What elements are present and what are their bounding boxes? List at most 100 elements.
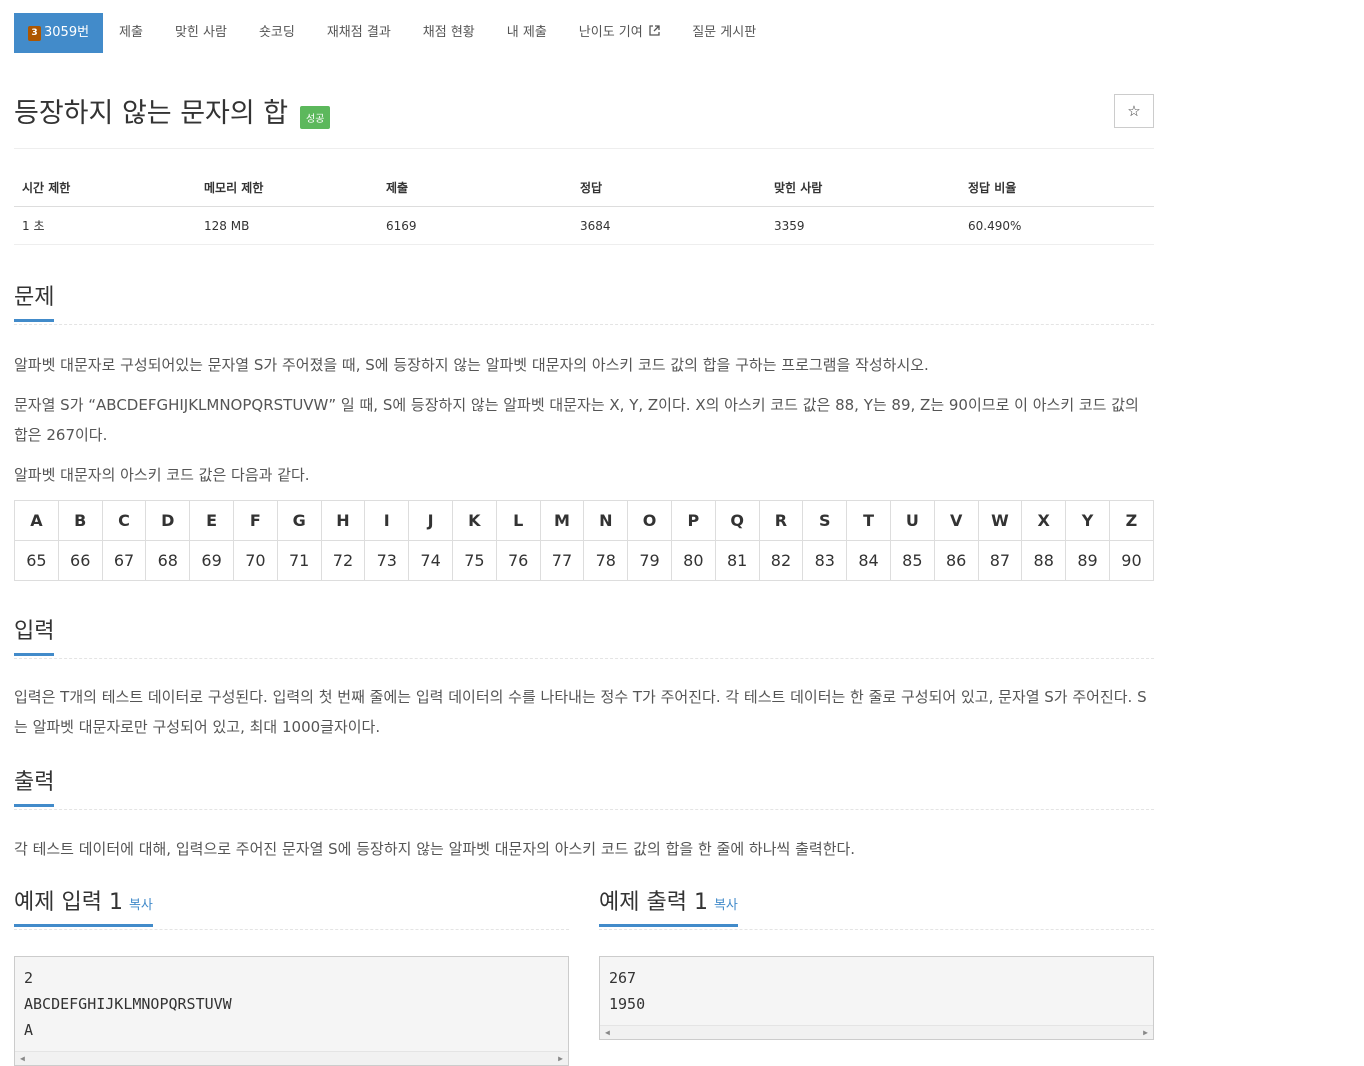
ascii-letter-cell: L [495,500,541,541]
output-section: 출력 각 테스트 데이터에 대해, 입력으로 주어진 문자열 S에 등장하지 않… [14,764,1154,864]
tab-judge-status[interactable]: 채점 현황 [407,13,491,53]
ascii-code-cell: 76 [495,540,541,581]
info-value-row: 1 초 128 MB 6169 3684 3359 60.490% [14,206,1154,245]
info-header: 정답 [572,169,766,207]
ascii-letter-cell: N [583,500,629,541]
favorite-star-button[interactable]: ☆ [1114,94,1154,128]
info-header: 메모리 제한 [196,169,378,207]
ascii-code-cell: 66 [57,540,103,581]
ascii-code-cell: 80 [670,540,716,581]
status-badge: 성공 [300,106,331,129]
sample-output: 예제 출력 1 복사 267 1950 ◀ ▶ [599,884,1154,1066]
input-paragraph: 입력은 T개의 테스트 데이터로 구성된다. 입력의 첫 번째 줄에는 입력 데… [14,688,1147,736]
ascii-code-cell: 73 [364,540,410,581]
info-header-row: 시간 제한 메모리 제한 제출 정답 맞힌 사람 정답 비율 [14,169,1154,207]
ascii-code-cell: 69 [189,540,234,581]
ascii-letter-row: ABCDEFGHIJKLMNOPQRSTUVWXYZ [14,500,1155,541]
sample-input-text: 2 ABCDEFGHIJKLMNOPQRSTUVW A [24,969,232,1039]
sample-input-heading: 예제 입력 1 복사 [14,884,153,927]
sample-output-box[interactable]: 267 1950 ◀ ▶ [599,956,1154,1040]
problem-tabs: 3 3059번 제출 맞힌 사람 숏코딩 재채점 결과 채점 현황 내 제출 난… [14,13,1154,53]
scroll-right-icon[interactable]: ▶ [558,1052,563,1066]
input-section: 입력 입력은 T개의 테스트 데이터로 구성된다. 입력의 첫 번째 줄에는 입… [14,613,1154,742]
tab-submit[interactable]: 제출 [103,13,159,53]
ascii-code-cell: 89 [1065,540,1110,581]
ascii-code-cell: 78 [583,540,629,581]
info-value: 60.490% [960,206,1154,245]
info-header: 맞힌 사람 [766,169,960,207]
tab-short-coding[interactable]: 숏코딩 [243,13,311,53]
ascii-code-cell: 75 [451,540,497,581]
problem-heading: 문제 [14,279,55,322]
ascii-letter-cell: Z [1108,500,1155,541]
ascii-code-cell: 87 [977,540,1023,581]
info-value: 6169 [378,206,572,245]
ascii-code-cell: 79 [627,540,672,581]
ascii-letter-cell: X [1021,500,1067,541]
output-paragraph: 각 테스트 데이터에 대해, 입력으로 주어진 문자열 S에 등장하지 않는 알… [14,840,856,858]
ascii-letter-cell: E [189,500,234,541]
sample-output-text: 267 1950 [609,969,646,1013]
ascii-code-cell: 65 [14,540,59,581]
info-header: 제출 [378,169,572,207]
input-heading-row: 입력 [14,613,1154,659]
scroll-left-icon[interactable]: ◀ [20,1052,25,1066]
ascii-letter-cell: P [670,500,716,541]
input-heading: 입력 [14,613,55,656]
sample-input-box[interactable]: 2 ABCDEFGHIJKLMNOPQRSTUVW A ◀ ▶ [14,956,569,1066]
info-value: 3684 [572,206,766,245]
info-header: 정답 비율 [960,169,1154,207]
ascii-letter-cell: S [802,500,848,541]
ascii-code-cell: 72 [320,540,366,581]
tab-rejudge-results[interactable]: 재채점 결과 [311,13,407,53]
info-header: 시간 제한 [14,169,196,207]
ascii-letter-cell: A [14,500,59,541]
tab-question-board[interactable]: 질문 게시판 [676,13,772,53]
copy-output-button[interactable]: 복사 [714,898,738,913]
sample-output-title: 예제 출력 1 [599,890,708,915]
ascii-code-cell: 77 [539,540,585,581]
ascii-code-cell: 81 [714,540,760,581]
horizontal-scrollbar[interactable]: ◀ ▶ [15,1051,568,1065]
tab-solvers[interactable]: 맞힌 사람 [159,13,243,53]
ascii-letter-cell: O [627,500,672,541]
problem-section: 문제 알파벳 대문자로 구성되어있는 문자열 S가 주어졌을 때, S에 등장하… [14,279,1155,581]
copy-input-button[interactable]: 복사 [129,898,153,913]
scroll-left-icon[interactable]: ◀ [605,1026,610,1040]
ascii-code-cell: 85 [889,540,935,581]
ascii-code-cell: 68 [145,540,191,581]
ascii-letter-cell: F [232,500,278,541]
problem-heading-row: 문제 [14,279,1154,325]
problem-paragraph-1: 알파벳 대문자로 구성되어있는 문자열 S가 주어졌을 때, S에 등장하지 않… [14,356,929,374]
ascii-letter-cell: V [933,500,979,541]
ascii-letter-cell: Q [714,500,760,541]
sample-input-title: 예제 입력 1 [14,890,123,915]
tab-problem[interactable]: 3 3059번 [14,13,104,53]
ascii-code-cell: 70 [232,540,278,581]
tab-difficulty-contribution[interactable]: 난이도 기여 [563,13,676,53]
horizontal-scrollbar[interactable]: ◀ ▶ [600,1025,1153,1039]
ascii-code-cell: 83 [802,540,848,581]
samples: 예제 입력 1 복사 2 ABCDEFGHIJKLMNOPQRSTUVW A ◀ ▶… [14,884,1154,1066]
ascii-letter-cell: B [57,500,103,541]
page: 3 3059번 제출 맞힌 사람 숏코딩 재채점 결과 채점 현황 내 제출 난… [14,13,1155,1066]
ascii-letter-cell: R [758,500,804,541]
scroll-right-icon[interactable]: ▶ [1143,1026,1148,1040]
tab-my-submissions[interactable]: 내 제출 [491,13,563,53]
info-value: 1 초 [14,206,196,245]
problem-paragraph-2: 문자열 S가 “ABCDEFGHIJKLMNOPQRSTUVW” 일 때, S에… [14,396,1139,444]
ascii-letter-cell: J [408,500,453,541]
ascii-letter-cell: K [451,500,497,541]
ascii-letter-cell: M [539,500,585,541]
ascii-code-cell: 88 [1021,540,1067,581]
ascii-code-cell: 90 [1108,540,1155,581]
sample-output-heading-row: 예제 출력 1 복사 [599,884,1154,930]
tab-problem-label: 3059번 [44,25,90,40]
sample-input: 예제 입력 1 복사 2 ABCDEFGHIJKLMNOPQRSTUVW A ◀ ▶ [14,884,569,1066]
sample-output-heading: 예제 출력 1 복사 [599,884,738,927]
ascii-letter-cell: W [977,500,1023,541]
ascii-code-cell: 82 [758,540,804,581]
ascii-letter-cell: H [320,500,366,541]
ascii-code-cell: 74 [408,540,453,581]
title-row: 등장하지 않는 문자의 합 성공 ☆ [14,53,1154,149]
